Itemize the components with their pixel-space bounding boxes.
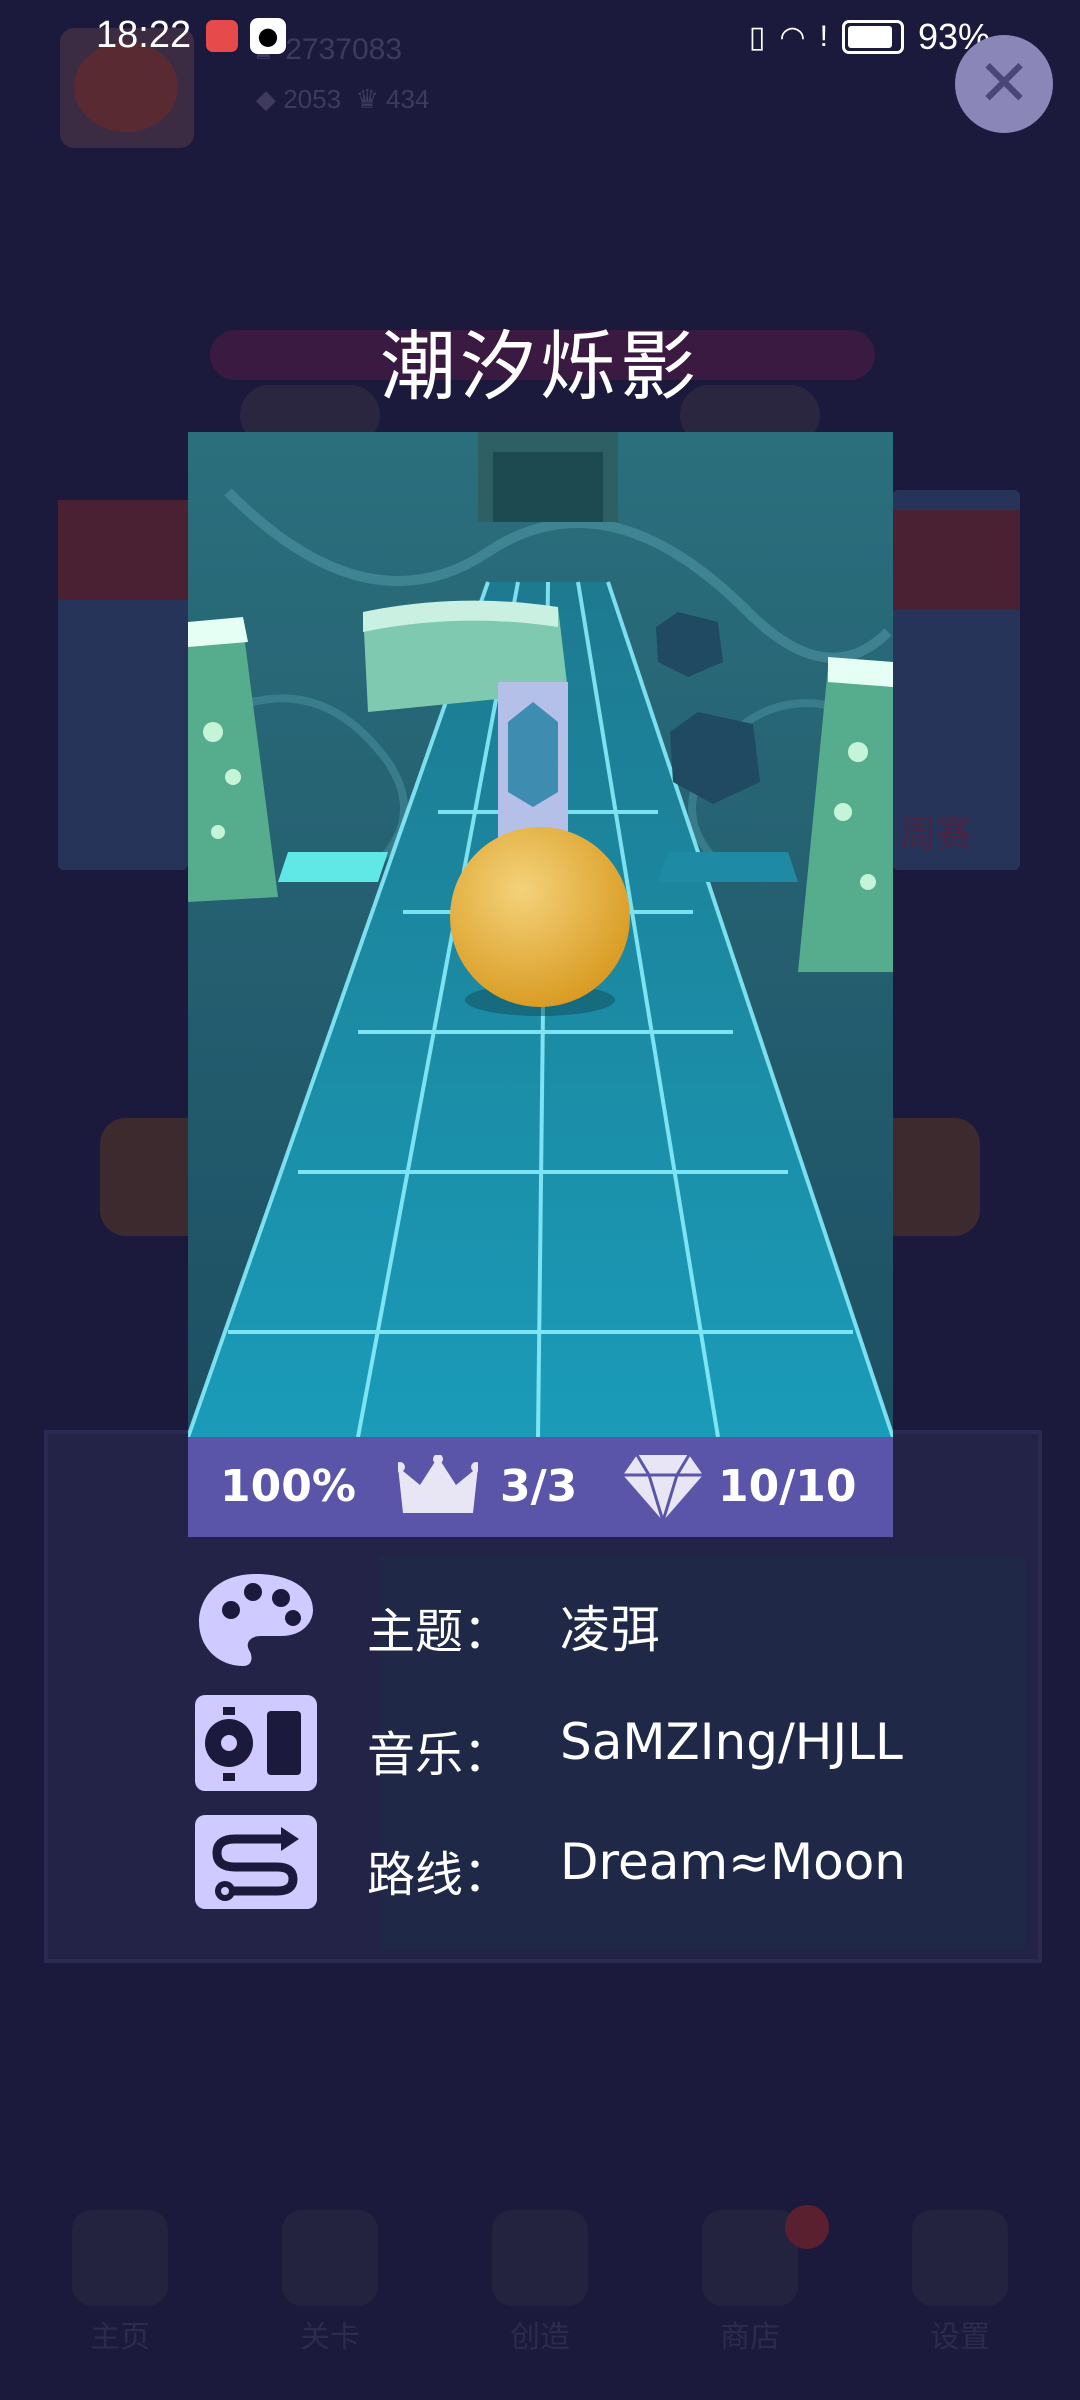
level-stats-bar: 100% 3/3 10/10 [188, 1437, 893, 1537]
background-card-right-top [892, 510, 1020, 610]
background-card-left-top [58, 500, 188, 600]
music-label: 音乐： [367, 1727, 512, 1783]
battery-icon [841, 20, 904, 54]
shop-notification-dot [785, 2205, 829, 2249]
music-value: SaMZIng/HJLL [560, 1713, 903, 1771]
music-row: 音乐： SaMZIng/HJLL [195, 1693, 995, 1803]
tab-settings: 设置 [885, 2210, 1035, 2356]
status-bar: 18:22 ● ▯ ◠ ! 93% [0, 0, 1080, 72]
alert-icon: ! [819, 20, 828, 53]
route-value: Dream≈Moon [560, 1833, 906, 1891]
player-stats: ◆ 2053 ♛ 434 [256, 84, 430, 114]
completion-percent: 100% [220, 1461, 356, 1512]
theme-label: 主题： [367, 1604, 512, 1660]
theme-row: 主题： 凌弭 [195, 1570, 995, 1680]
weekly-label: 周赛 [900, 814, 973, 855]
diamond-count: 10/10 [718, 1461, 857, 1512]
crown-icon [395, 1454, 481, 1532]
palette-icon [195, 1570, 317, 1670]
tab-create: 创造 [465, 2210, 615, 2356]
cart-icon [702, 2210, 798, 2306]
qq-icon: ● [250, 18, 286, 54]
diamond-icon [623, 1453, 703, 1534]
route-row: 路线： Dream≈Moon [195, 1813, 995, 1923]
close-button[interactable]: ✕ [955, 35, 1053, 133]
close-icon: ✕ [977, 47, 1031, 121]
home-icon [72, 2210, 168, 2306]
tab-home: 主页 [45, 2210, 195, 2356]
status-time: 18:22 [96, 14, 192, 56]
route-icon [195, 1813, 317, 1913]
list-icon [282, 2210, 378, 2306]
level-preview-image [188, 432, 893, 1437]
bulb-icon [492, 2210, 588, 2306]
music-player-icon [195, 1693, 317, 1793]
app-notification-icon [206, 20, 238, 52]
theme-value: 凌弭 [560, 1601, 660, 1659]
vibrate-icon: ▯ [748, 20, 766, 54]
route-label: 路线： [367, 1847, 512, 1903]
tab-levels: 关卡 [255, 2210, 405, 2356]
crown-count: 3/3 [500, 1461, 578, 1512]
level-title: 潮汐烁影 [380, 322, 700, 411]
wifi-icon: ◠ [779, 20, 806, 54]
status-indicators: ▯ ◠ ! 93% [749, 16, 990, 58]
gear-icon [912, 2210, 1008, 2306]
